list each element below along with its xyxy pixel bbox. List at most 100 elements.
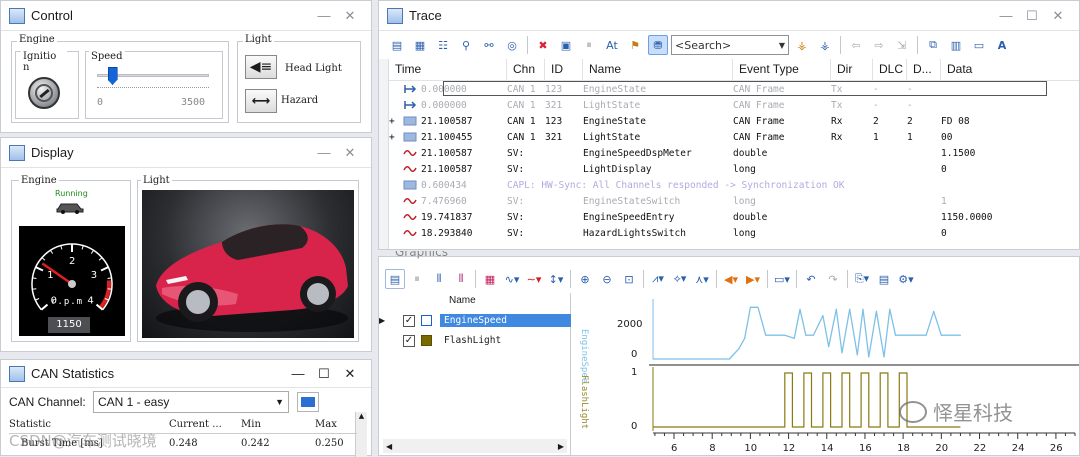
col-time[interactable]: Time	[389, 59, 507, 80]
speed-slider-track[interactable]	[97, 67, 209, 85]
close-icon[interactable]: ✕	[337, 366, 363, 382]
trace-window-icon	[387, 7, 403, 24]
scroll-mode-icon[interactable]: ▦	[410, 35, 430, 55]
signal-config-icon[interactable]: ∿▾	[502, 269, 522, 289]
time-format-icon[interactable]: At	[602, 35, 622, 55]
detail-icon[interactable]: ⚯	[479, 35, 499, 55]
trace-search-input[interactable]: <Search> ▼	[671, 35, 789, 55]
close-icon[interactable]: ✕	[337, 145, 363, 161]
next-marker-icon[interactable]: ▶▾	[743, 269, 763, 289]
table-row[interactable]: 21.100587 SV: EngineSpeedDspMeter double 1.1…	[389, 145, 1079, 161]
col-id[interactable]: ID	[545, 59, 583, 80]
close-icon[interactable]: ✕	[337, 8, 363, 24]
col-chn[interactable]: Chn	[507, 59, 545, 80]
col-d[interactable]: D...	[907, 59, 941, 80]
signal-checkbox[interactable]: ✓	[403, 314, 415, 327]
layout-icon[interactable]: ▤	[385, 269, 405, 289]
table-row[interactable]: 18.293840 SV: HazardLightsSwitch long 0	[389, 225, 1079, 241]
table-row[interactable]: 0.600434 CAPL: HW-Sync: All Channels resp…	[389, 177, 1079, 193]
zoom-fit-icon[interactable]: ⊡	[619, 269, 639, 289]
table-row[interactable]: 19.741837 SV: EngineSpeedEntry double 1150.0…	[389, 209, 1079, 225]
jump-icon[interactable]: ⇲	[892, 35, 912, 55]
back-icon[interactable]: ⇦	[846, 35, 866, 55]
col-event-type[interactable]: Event Type	[733, 59, 831, 80]
can-channel-select[interactable]: CAN 1 - easy ▼	[93, 391, 289, 413]
cursor-icon[interactable]: ⟡▾	[670, 269, 690, 289]
open-folder-button[interactable]	[297, 392, 319, 412]
trace-filter-active-icon[interactable]: ⛃	[648, 35, 668, 55]
redo-icon[interactable]: ↷	[823, 269, 843, 289]
cell-data: 0	[941, 163, 947, 175]
trace-mode-icon[interactable]: ▤	[387, 35, 407, 55]
minimize-icon[interactable]: —	[311, 145, 337, 160]
cell-event-type: long	[733, 195, 756, 207]
find-next-icon[interactable]: ⚶	[815, 35, 835, 55]
pause-icon[interactable]: ⏸	[407, 269, 427, 289]
list-item[interactable]: ✓ FlashLight	[379, 332, 571, 349]
scroll-left-icon[interactable]: ◀	[386, 442, 392, 451]
zoom-out-icon[interactable]: ⊖	[597, 269, 617, 289]
row-expander[interactable]: +	[389, 132, 403, 143]
bookmark-icon[interactable]: ⚑	[625, 35, 645, 55]
list-item[interactable]: ▶ ✓ EngineSpeed	[379, 312, 571, 329]
pause-icon[interactable]: ⏸	[579, 35, 599, 55]
table-row[interactable]: +21.100587 CAN 1 123 EngineState CAN Frame Rx…	[389, 113, 1079, 129]
table-row[interactable]: 7.476960 SV: EngineStateSwitch long 1	[389, 193, 1079, 209]
maximize-icon[interactable]: ☐	[1019, 8, 1045, 24]
minimize-icon[interactable]: —	[993, 8, 1019, 23]
signal-checkbox[interactable]: ✓	[403, 334, 415, 347]
settings-icon[interactable]: ⚙▾	[896, 269, 916, 289]
headlight-button[interactable]: ◀≡	[245, 55, 277, 79]
row-expander[interactable]: +	[389, 116, 403, 127]
speed-slider-ticks	[97, 87, 209, 90]
prev-marker-icon[interactable]: ◀▾	[721, 269, 741, 289]
engine-speed-point	[841, 352, 843, 354]
export-icon[interactable]: ▥	[946, 35, 966, 55]
chart-type-icon[interactable]: ⩘▾	[648, 269, 668, 289]
export-graph-icon[interactable]: ⎘▾	[852, 269, 872, 289]
cell-event-type: double	[733, 147, 768, 159]
forward-icon[interactable]: ⇨	[869, 35, 889, 55]
marker-icon[interactable]: ⋏▾	[692, 269, 712, 289]
minimize-icon[interactable]: —	[311, 8, 337, 23]
signal-list-hscrollbar[interactable]: ◀ ▶	[383, 439, 567, 453]
columns-icon[interactable]: ▭	[969, 35, 989, 55]
signal-graph[interactable]: 6 8 10 12 14 16 18 20 22 24 26	[649, 293, 1079, 455]
font-size-icon[interactable]: A	[992, 35, 1012, 55]
hazard-button[interactable]: ⟷	[245, 89, 277, 113]
clear-filter-icon[interactable]: ▣	[556, 35, 576, 55]
scroll-up-icon[interactable]: ▲	[356, 412, 367, 420]
chevron-down-icon: ▼	[275, 397, 284, 407]
minimize-icon[interactable]: —	[285, 366, 311, 381]
scroll-right-icon[interactable]: ▶	[558, 442, 564, 451]
copy-icon[interactable]: ⧉	[923, 35, 943, 55]
zoom-in-icon[interactable]: ⊕	[575, 269, 595, 289]
table-row[interactable]: +21.100455 CAN 1 321 LightState CAN Frame Rx 1…	[389, 129, 1079, 145]
print-icon[interactable]: ▤	[874, 269, 894, 289]
undo-icon[interactable]: ↶	[801, 269, 821, 289]
signal-list: Name ▶ ✓ EngineSpeed ✓ FlashLight ◀ ▶	[379, 293, 571, 455]
col-name[interactable]: Name	[583, 59, 733, 80]
signal-layout-icon[interactable]: ▦	[480, 269, 500, 289]
signal-wave-icon	[403, 164, 417, 174]
maximize-icon[interactable]: ☐	[311, 366, 337, 382]
ignition-key-knob[interactable]	[28, 77, 60, 109]
col-data[interactable]: Data	[941, 59, 1041, 80]
line-type-icon[interactable]: ∼▾	[524, 269, 544, 289]
window-icon[interactable]: ▭▾	[772, 269, 792, 289]
axis-icon[interactable]: ↕▾	[546, 269, 566, 289]
filter-icon[interactable]: ⚲	[456, 35, 476, 55]
stats-col-current: Current ...	[169, 419, 222, 430]
measure-diff-icon[interactable]: ⫴	[451, 269, 471, 289]
find-prev-icon[interactable]: ⚶	[792, 35, 812, 55]
delete-icon[interactable]: ✖	[533, 35, 553, 55]
binoculars-icon[interactable]: ◎	[502, 35, 522, 55]
engine-speed-point	[728, 358, 730, 360]
col-dir[interactable]: Dir	[831, 59, 873, 80]
chronological-icon[interactable]: ☷	[433, 35, 453, 55]
measure-icon[interactable]: ⫴	[429, 269, 449, 289]
close-icon[interactable]: ✕	[1045, 8, 1071, 24]
table-row[interactable]: 21.100587 SV: LightDisplay long 0	[389, 161, 1079, 177]
col-dlc[interactable]: DLC	[873, 59, 907, 80]
table-row[interactable]: 0.000000 CAN 1 321 LightState CAN Frame Tx - -	[389, 97, 1079, 113]
